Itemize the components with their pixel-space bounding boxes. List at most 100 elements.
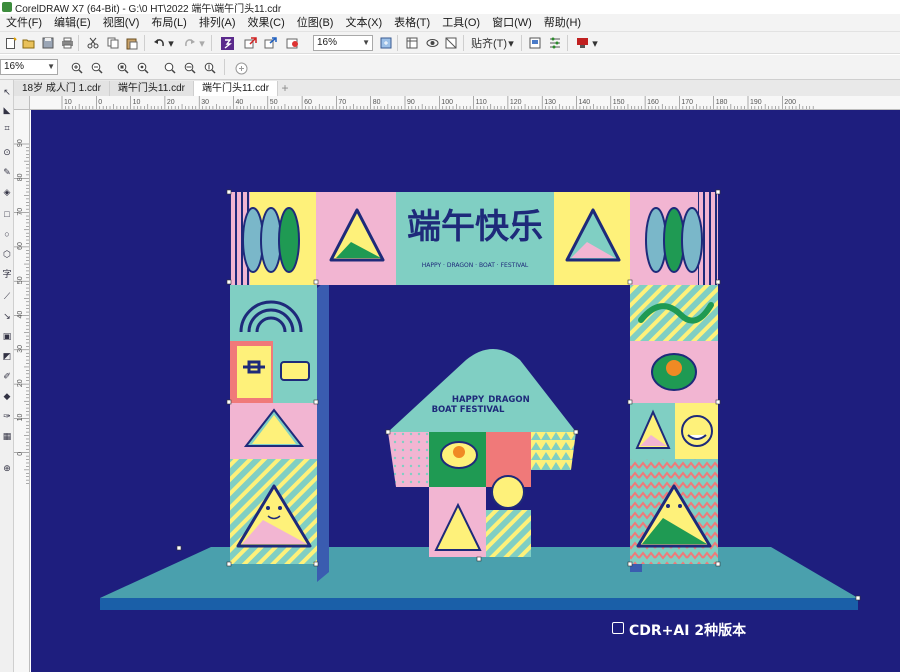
- color-eyedropper-icon[interactable]: ✐: [1, 370, 13, 382]
- print-icon[interactable]: [59, 35, 75, 51]
- save-icon[interactable]: [40, 35, 56, 51]
- parallel-dimension-icon[interactable]: ⟋: [1, 290, 13, 302]
- menu-text[interactable]: 文本(X): [339, 14, 388, 32]
- zoom-to-page-width-icon[interactable]: [182, 60, 198, 76]
- menu-tools[interactable]: 工具(O): [436, 14, 486, 32]
- smart-drawing-icon[interactable]: ✑: [1, 410, 13, 422]
- import-icon[interactable]: [243, 35, 259, 51]
- ruler-tick-label: 120: [510, 99, 522, 106]
- add-preset-plus-icon[interactable]: [233, 60, 249, 76]
- polygon-tool-icon[interactable]: ⬡: [1, 248, 13, 260]
- menu-window[interactable]: 窗口(W): [486, 14, 538, 32]
- smart-fill-icon[interactable]: ◈: [1, 186, 13, 198]
- options-icon[interactable]: [547, 35, 563, 51]
- menu-edit[interactable]: 编辑(E): [48, 14, 97, 32]
- undo-icon[interactable]: [151, 35, 167, 51]
- toolbar-separator: [78, 35, 79, 51]
- copy-icon[interactable]: [105, 35, 121, 51]
- show-guidelines-icon[interactable]: [443, 35, 459, 51]
- paste-icon[interactable]: [124, 35, 140, 51]
- search-content-icon[interactable]: [219, 35, 235, 51]
- ellipse-tool-icon[interactable]: ○: [1, 228, 13, 240]
- new-tab-plus-icon[interactable]: +: [278, 81, 292, 96]
- menu-bitmaps[interactable]: 位图(B): [291, 14, 340, 32]
- zoom-to-page-icon[interactable]: [162, 60, 178, 76]
- vertical-ruler-ticks: 90 80 70 60 50 40 30 20 10 0: [14, 139, 29, 484]
- zoom-level-combo[interactable]: 16% ▼: [313, 35, 373, 51]
- application-launcher-icon[interactable]: [574, 35, 590, 51]
- menu-file[interactable]: 文件(F): [0, 14, 48, 32]
- toolbar-separator: [567, 35, 568, 51]
- menu-table[interactable]: 表格(T): [388, 14, 436, 32]
- vertical-ruler[interactable]: 90 80 70 60 50 40 30 20 10 0: [14, 110, 30, 672]
- show-grid-icon[interactable]: [424, 35, 440, 51]
- ruler-tick-label: 30: [17, 345, 24, 353]
- zoom-levels-value: 16%: [4, 61, 25, 72]
- tab-document-1[interactable]: 18岁 成人门 1.cdr: [14, 81, 110, 96]
- text-tool-icon[interactable]: 字: [1, 268, 13, 280]
- menu-view[interactable]: 视图(V): [97, 14, 146, 32]
- show-rulers-icon[interactable]: [404, 35, 420, 51]
- tab-document-2[interactable]: 端午门头11.cdr: [109, 81, 194, 96]
- ruler-tick-label: 10: [64, 99, 72, 106]
- ruler-tick-label: 100: [441, 99, 453, 106]
- interactive-fill-icon[interactable]: ◆: [1, 390, 13, 402]
- ruler-tick-label: 160: [647, 99, 659, 106]
- ruler-tick-label: 60: [304, 99, 312, 106]
- ruler-tick-label: 110: [476, 99, 487, 106]
- open-folder-icon[interactable]: [21, 35, 37, 51]
- zoom-to-all-objects-icon[interactable]: [135, 60, 151, 76]
- tab-document-3[interactable]: 端午门头11.cdr: [193, 81, 279, 96]
- full-screen-preview-icon[interactable]: [378, 35, 394, 51]
- transparency-tool-icon[interactable]: ◩: [1, 350, 13, 362]
- shape-tool-icon[interactable]: ◣: [1, 104, 13, 116]
- toolbar-separator: [397, 35, 398, 51]
- zoom-in-icon[interactable]: [69, 60, 85, 76]
- freehand-tool-icon[interactable]: ✎: [1, 166, 13, 178]
- rectangle-tool-icon[interactable]: □: [1, 208, 13, 220]
- crop-tool-icon[interactable]: ⌗: [1, 122, 13, 134]
- ruler-tick-label: 90: [17, 139, 24, 147]
- pick-tool-icon[interactable]: ↖: [1, 86, 13, 98]
- cut-icon[interactable]: [85, 35, 101, 51]
- new-document-icon[interactable]: [3, 35, 19, 51]
- ruler-tick-label: 80: [373, 99, 381, 106]
- zoom-level-value: 16%: [317, 37, 338, 48]
- toolbar-separator: [144, 35, 145, 51]
- add-tool-plus-icon[interactable]: ⊕: [1, 462, 13, 474]
- menu-effects[interactable]: 效果(C): [242, 14, 291, 32]
- redo-dropdown-chevron-icon[interactable]: ▾: [198, 35, 206, 51]
- undo-dropdown-chevron-icon[interactable]: ▾: [167, 35, 175, 51]
- zoom-out-icon[interactable]: [89, 60, 105, 76]
- ruler-tick-label: 60: [17, 242, 24, 250]
- redo-icon[interactable]: [182, 35, 198, 51]
- connector-tool-icon[interactable]: ↘: [1, 310, 13, 322]
- zoom-levels-combo[interactable]: 16% ▼: [0, 59, 58, 75]
- zoom-to-page-height-icon[interactable]: [202, 60, 218, 76]
- menu-arrange[interactable]: 排列(A): [193, 14, 242, 32]
- zoom-tool-icon[interactable]: ⊙: [1, 146, 13, 158]
- export-icon[interactable]: [263, 35, 279, 51]
- snap-to-label: 贴齐(T): [471, 38, 508, 50]
- toolbar-separator: [211, 35, 212, 51]
- coreldraw-app-icon: [2, 2, 12, 12]
- version-badge: CDR+AI 2种版本: [629, 623, 747, 639]
- publish-pdf-icon[interactable]: [285, 35, 301, 51]
- toolbar-separator: [521, 35, 522, 51]
- artwork: 端午快乐 HAPPY · DRAGON · BOAT · FESTIVAL HA…: [100, 189, 861, 610]
- ruler-tick-label: 200: [784, 99, 796, 106]
- ruler-tick-label: 150: [613, 99, 625, 106]
- menu-layout[interactable]: 布局(L): [145, 14, 192, 32]
- menu-help[interactable]: 帮助(H): [538, 14, 587, 32]
- ruler-origin[interactable]: [14, 96, 30, 110]
- drop-shadow-icon[interactable]: ▣: [1, 330, 13, 342]
- chevron-down-icon: ▾: [592, 37, 598, 50]
- ruler-tick-label: 70: [338, 99, 346, 106]
- zoom-to-selected-icon[interactable]: [115, 60, 131, 76]
- drawing-canvas[interactable]: 端午快乐 HAPPY · DRAGON · BOAT · FESTIVAL HA…: [31, 110, 900, 672]
- chevron-down-icon: ▼: [47, 62, 55, 71]
- mesh-fill-icon[interactable]: ▦: [1, 430, 13, 442]
- horizontal-ruler[interactable]: 10 0 10 20 30 40 50 60 70 80 90 100 110 120 130 140 150 1…: [30, 96, 900, 110]
- welcome-screen-icon[interactable]: [527, 35, 543, 51]
- tower-happy-text: HAPPY: [452, 395, 485, 405]
